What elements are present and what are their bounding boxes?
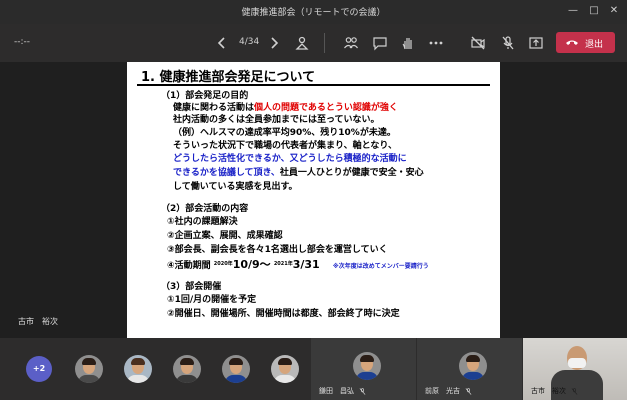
chat-icon bbox=[373, 37, 387, 51]
participant-avatar bbox=[353, 352, 381, 380]
section3-heading: （3）部会開催 bbox=[161, 282, 222, 292]
slide-page-counter: 4/34 bbox=[239, 37, 260, 47]
participant-name: 前原 光吉 bbox=[425, 386, 472, 396]
camera-off-icon bbox=[471, 36, 485, 50]
share-content-button[interactable] bbox=[528, 35, 544, 51]
next-year-note: ※次年度は改めてメンバー要請行う bbox=[332, 263, 429, 270]
close-window-button[interactable]: ✕ bbox=[607, 4, 621, 18]
section1-line6: できるかを協議して頂き、社員一人ひとりが健康で安全・安心 bbox=[173, 168, 424, 179]
participant-name-text: 前原 光吉 bbox=[425, 387, 460, 395]
mic-off-icon bbox=[359, 387, 366, 395]
shared-slide: 1. 健康推進部会発足について （1）部会発足の目的 健康に関わる活動は個人の問… bbox=[127, 62, 500, 338]
section2-item3: ③部会長、副会長を各々1名選出し部会を運営していく bbox=[167, 245, 388, 255]
section1-line6-emphasis: できるかを協議して頂き、 bbox=[173, 168, 280, 178]
shared-content-stage: 1. 健康推進部会発足について （1）部会発足の目的 健康に関わる活動は個人の問… bbox=[0, 62, 627, 338]
section1-line2: 社内活動の多くは全員参加までには至っていない。 bbox=[173, 115, 380, 125]
raise-hand-button[interactable] bbox=[400, 35, 416, 51]
minimize-button[interactable]: — bbox=[566, 4, 580, 18]
participant-avatar[interactable] bbox=[124, 355, 152, 383]
meeting-toolbar: --:-- 4/34 退出 bbox=[0, 24, 627, 62]
title-bar: 健康推進部会（リモートでの会議） — □ ✕ bbox=[0, 0, 627, 24]
activity-end-date: 3/31 bbox=[292, 258, 320, 271]
section2-item4: ④活動期間 2020年10/9〜 2021年3/31 ※次年度は改めてメンバー要… bbox=[167, 259, 429, 272]
chat-button[interactable] bbox=[372, 35, 388, 51]
participant-avatar[interactable] bbox=[173, 355, 201, 383]
presenter-name: 古市 裕次 bbox=[18, 317, 58, 326]
mic-toggle-button[interactable] bbox=[500, 35, 516, 51]
slide-title-underline bbox=[137, 84, 490, 86]
toolbar-divider bbox=[324, 33, 325, 53]
take-control-button[interactable] bbox=[294, 35, 310, 51]
meeting-timer: --:-- bbox=[14, 37, 31, 47]
camera-toggle-button[interactable] bbox=[470, 35, 486, 51]
section2-heading: （2）部会活動の内容 bbox=[161, 204, 249, 214]
section1-line5: どうしたら活性化できるか、又どうしたら積極的な活動に bbox=[173, 154, 407, 164]
share-tray-icon bbox=[529, 37, 543, 49]
participants-button[interactable] bbox=[343, 35, 359, 51]
participant-avatar[interactable] bbox=[75, 355, 103, 383]
section1-line4: そういった状況下で職場の代表者が集まり、軸となり、 bbox=[173, 141, 398, 151]
section1-line3: （例）ヘルスマの達成率平均90%、残り10%が未達。 bbox=[173, 128, 396, 138]
mic-off-icon bbox=[502, 36, 514, 50]
participant-avatar[interactable] bbox=[271, 355, 299, 383]
section1-line7: して働いている実感を見出す。 bbox=[173, 182, 298, 192]
section1-line1-plain: 健康に関わる活動は bbox=[173, 103, 255, 113]
participant-name: 鎌田 昌弘 bbox=[319, 386, 366, 396]
mic-off-icon bbox=[571, 387, 578, 395]
participant-gallery: +2 鎌田 昌弘 前原 光吉 古市 裕次 bbox=[0, 338, 627, 400]
activity-period-label: ④活動期間 bbox=[167, 261, 211, 271]
participant-avatar[interactable] bbox=[222, 355, 250, 383]
leave-button[interactable]: 退出 bbox=[556, 32, 615, 53]
chevron-right-icon bbox=[271, 37, 279, 49]
activity-start-year: 2020年 bbox=[213, 261, 233, 267]
participant-name-text: 鎌田 昌弘 bbox=[319, 387, 354, 395]
activity-start-date: 10/9〜 bbox=[232, 258, 271, 271]
next-slide-button[interactable] bbox=[266, 35, 282, 51]
hand-icon bbox=[402, 38, 412, 50]
section3-item2: ②開催日、開催場所、開催時間は都度、部会終了時に決定 bbox=[167, 309, 400, 319]
window-title: 健康推進部会（リモートでの会議） bbox=[241, 8, 386, 18]
ellipsis-icon bbox=[429, 41, 443, 45]
participant-avatar bbox=[459, 352, 487, 380]
section2-item1: ①社内の課題解決 bbox=[167, 217, 238, 227]
section1-line1-emphasis: 個人の問題であるとうい認識が強く bbox=[254, 103, 398, 113]
slide-title: 1. 健康推進部会発足について bbox=[141, 70, 316, 85]
more-actions-button[interactable] bbox=[428, 35, 444, 51]
maximize-button[interactable]: □ bbox=[587, 4, 601, 18]
section3-item1: ①1回/月の開催を予定 bbox=[167, 295, 257, 305]
person-pin-icon bbox=[295, 36, 309, 50]
section1-heading: （1）部会発足の目的 bbox=[161, 91, 249, 101]
mic-off-icon bbox=[465, 387, 472, 395]
participant-tile-1[interactable]: 鎌田 昌弘 bbox=[311, 338, 416, 400]
self-name-text: 古市 裕次 bbox=[531, 387, 566, 395]
self-name: 古市 裕次 bbox=[531, 386, 578, 396]
chevron-left-icon bbox=[217, 37, 225, 49]
section1-line1: 健康に関わる活動は個人の問題であるとうい認識が強く bbox=[173, 103, 398, 114]
phone-hangup-icon bbox=[566, 40, 578, 45]
teams-meeting-window: 健康推進部会（リモートでの会議） — □ ✕ --:-- 4/34 退出 1. … bbox=[0, 0, 627, 400]
more-participants-badge[interactable]: +2 bbox=[26, 356, 52, 382]
people-icon bbox=[344, 37, 358, 49]
leave-button-label: 退出 bbox=[585, 40, 604, 50]
participant-tile-2[interactable]: 前原 光吉 bbox=[417, 338, 522, 400]
section2-item2: ②企画立案、展開、成果確認 bbox=[167, 231, 283, 241]
section1-line6-plain: 社員一人ひとりが健康で安全・安心 bbox=[279, 168, 424, 178]
previous-slide-button[interactable] bbox=[214, 35, 230, 51]
activity-end-year: 2021年 bbox=[273, 261, 293, 267]
self-video-tile[interactable]: 古市 裕次 bbox=[523, 338, 627, 400]
